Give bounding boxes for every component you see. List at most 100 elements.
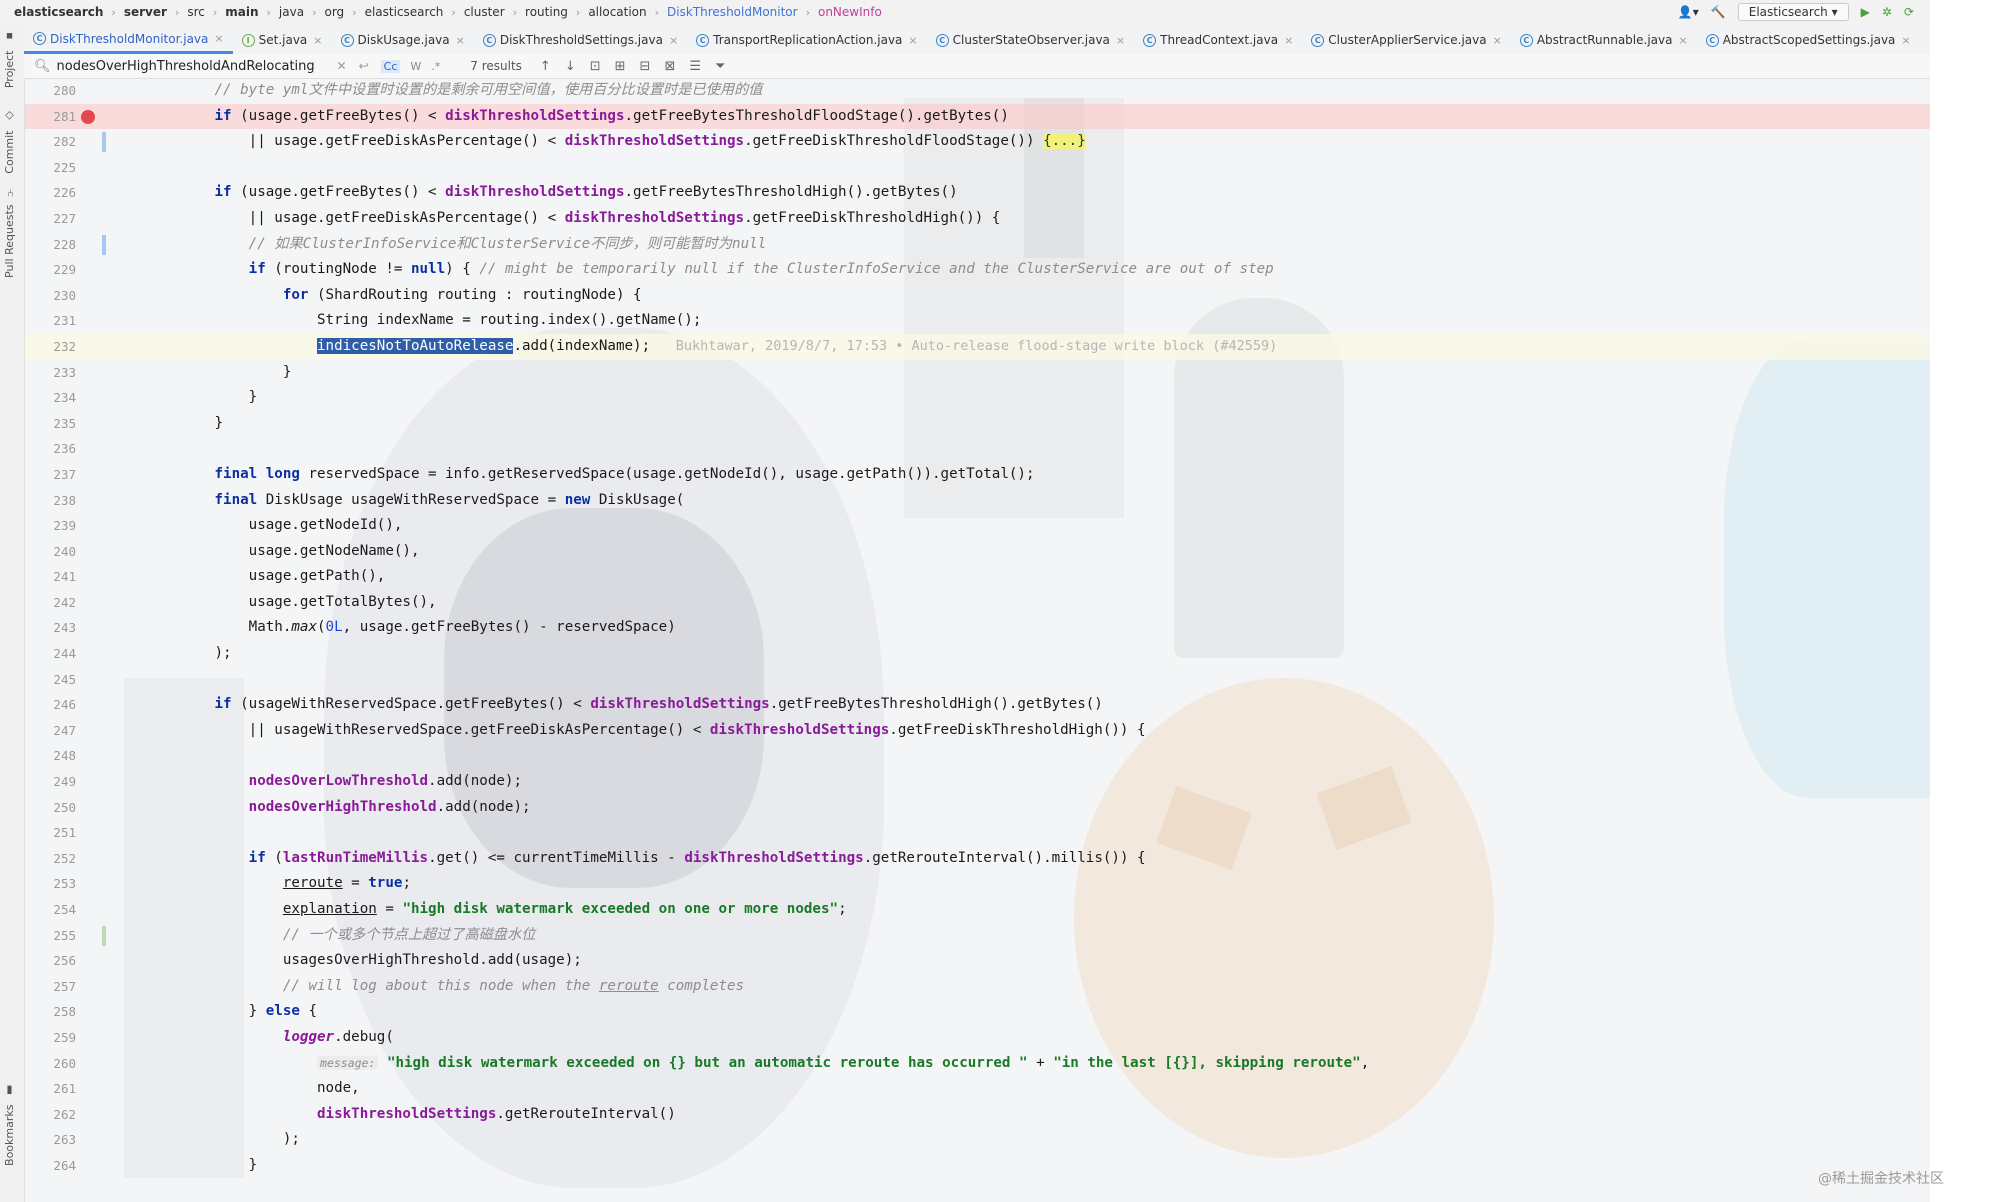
breadcrumb-item[interactable]: allocation [588, 5, 646, 19]
code-line[interactable]: 226 if (usage.getFreeBytes() < diskThres… [24, 180, 1930, 206]
whole-word-toggle[interactable]: W [410, 60, 421, 73]
vcs-change-marker[interactable] [102, 234, 106, 255]
line-number[interactable]: 249 [24, 769, 76, 795]
line-number[interactable]: 225 [24, 155, 76, 181]
line-number[interactable]: 259 [24, 1025, 76, 1051]
code-line[interactable]: 282 || usage.getFreeDiskAsPercentage() <… [24, 129, 1930, 155]
line-number[interactable]: 243 [24, 615, 76, 641]
breadcrumb-item[interactable]: routing [525, 5, 568, 19]
code-line[interactable]: 241 usage.getPath(), [24, 564, 1930, 590]
build-hammer-icon[interactable]: 🔨 [1711, 5, 1726, 19]
code-line[interactable]: 228 // 如果ClusterInfoService和ClusterServi… [24, 232, 1930, 258]
select-all-occurrences-icon[interactable]: ⊠ [664, 59, 675, 74]
close-tab-icon[interactable]: × [214, 32, 223, 45]
line-number[interactable]: 264 [24, 1153, 76, 1179]
code-line[interactable]: 259 logger.debug( [24, 1025, 1930, 1051]
vcs-change-marker[interactable] [102, 132, 106, 153]
editor-tab[interactable]: C DiskUsage.java × [332, 26, 474, 54]
code-line[interactable]: 248 [24, 743, 1930, 769]
code-line[interactable]: 246 if (usageWithReservedSpace.getFreeBy… [24, 692, 1930, 718]
line-number[interactable]: 238 [24, 488, 76, 514]
line-number[interactable]: 245 [24, 667, 76, 693]
line-number[interactable]: 227 [24, 206, 76, 232]
line-number[interactable]: 260 [24, 1051, 76, 1077]
debug-icon[interactable]: ✲ [1882, 5, 1892, 19]
tab-pull-requests[interactable]: Pull Requests ⑂ [3, 186, 16, 278]
code-line[interactable]: 231 String indexName = routing.index().g… [24, 308, 1930, 334]
line-number[interactable]: 257 [24, 974, 76, 1000]
add-occurrence-icon[interactable]: ⊞ [615, 59, 626, 74]
previous-occurrence-icon[interactable]: ↑ [540, 59, 551, 74]
code-line[interactable]: 249 nodesOverLowThreshold.add(node); [24, 769, 1930, 795]
remove-occurrence-icon[interactable]: ⊟ [640, 59, 651, 74]
code-line[interactable]: 237 final long reservedSpace = info.getR… [24, 462, 1930, 488]
line-number[interactable]: 240 [24, 539, 76, 565]
code-line[interactable]: 255 // 一个或多个节点上超过了高磁盘水位 [24, 923, 1930, 949]
next-occurrence-icon[interactable]: ↓ [565, 59, 576, 74]
code-line[interactable]: 236 [24, 436, 1930, 462]
vcs-change-marker[interactable] [102, 925, 106, 946]
line-number[interactable]: 237 [24, 462, 76, 488]
code-line[interactable]: 239 usage.getNodeId(), [24, 513, 1930, 539]
close-tab-icon[interactable]: × [456, 34, 465, 47]
close-tab-icon[interactable]: × [1493, 34, 1502, 47]
editor-tab[interactable]: C AbstractRunnable.java × [1511, 26, 1697, 54]
code-editor[interactable]: 280 // byte yml文件中设置时设置的是剩余可用空间值，使用百分比设置… [24, 78, 1930, 1190]
line-number[interactable]: 252 [24, 846, 76, 872]
line-number[interactable]: 234 [24, 385, 76, 411]
line-number[interactable]: 281 [24, 104, 76, 130]
folded-code-region[interactable]: {...} [1043, 133, 1086, 150]
profile-icon[interactable]: ⟳ [1904, 5, 1914, 19]
code-line[interactable]: 233 } [24, 360, 1930, 386]
run-configuration-select[interactable]: Elasticsearch ▾ [1737, 3, 1849, 21]
clear-search-icon[interactable]: ✕ [337, 59, 347, 73]
code-line[interactable]: 254 explanation = "high disk watermark e… [24, 897, 1930, 923]
editor-tab[interactable]: C AbstractScopedSettings.java × [1697, 26, 1920, 54]
code-line[interactable]: 280 // byte yml文件中设置时设置的是剩余可用空间值，使用百分比设置… [24, 78, 1930, 104]
breadcrumb-item[interactable]: onNewInfo [818, 5, 882, 19]
filter-icon[interactable]: ⏷ [715, 59, 725, 74]
line-number[interactable]: 230 [24, 283, 76, 309]
editor-tab[interactable]: C ClusterApplierService.java × [1302, 26, 1511, 54]
line-number[interactable]: 251 [24, 820, 76, 846]
filter-lines-icon[interactable]: ☰ [689, 59, 701, 74]
close-tab-icon[interactable]: × [1116, 34, 1125, 47]
code-line[interactable]: 229 if (routingNode != null) { // might … [24, 257, 1930, 283]
line-number[interactable]: 255 [24, 923, 76, 949]
code-line[interactable]: 234 } [24, 385, 1930, 411]
line-number[interactable]: 246 [24, 692, 76, 718]
close-tab-icon[interactable]: × [669, 34, 678, 47]
tab-bookmarks[interactable]: Bookmarks ▮ [3, 1084, 16, 1166]
line-number[interactable]: 241 [24, 564, 76, 590]
line-number[interactable]: 280 [24, 78, 76, 104]
line-number[interactable]: 258 [24, 999, 76, 1025]
line-number[interactable]: 256 [24, 948, 76, 974]
code-line[interactable]: 257 // will log about this node when the… [24, 974, 1930, 1000]
close-tab-icon[interactable]: × [908, 34, 917, 47]
tab-commit[interactable]: Commit ◇ [3, 110, 16, 174]
code-line[interactable]: 281 if (usage.getFreeBytes() < diskThres… [24, 103, 1930, 130]
run-icon[interactable]: ▶ [1861, 5, 1870, 19]
code-line[interactable]: 252 if (lastRunTimeMillis.get() <= curre… [24, 846, 1930, 872]
line-number[interactable]: 244 [24, 641, 76, 667]
line-number[interactable]: 226 [24, 180, 76, 206]
code-line[interactable]: 242 usage.getTotalBytes(), [24, 590, 1930, 616]
line-number[interactable]: 235 [24, 411, 76, 437]
line-number[interactable]: 282 [24, 129, 76, 155]
close-tab-icon[interactable]: × [313, 34, 322, 47]
code-line[interactable]: 225 [24, 155, 1930, 181]
line-number[interactable]: 231 [24, 308, 76, 334]
line-number[interactable]: 261 [24, 1076, 76, 1102]
code-line[interactable]: 256 usagesOverHighThreshold.add(usage); [24, 948, 1930, 974]
breakpoint-icon[interactable] [81, 109, 95, 124]
line-number[interactable]: 239 [24, 513, 76, 539]
user-icon[interactable]: 👤▾ [1678, 5, 1699, 19]
tab-project[interactable]: Project ▪ [3, 30, 16, 88]
breadcrumb-item[interactable]: server [124, 5, 167, 19]
regex-toggle[interactable]: .* [431, 60, 440, 73]
breadcrumb-item[interactable]: elasticsearch [14, 5, 103, 19]
line-number[interactable]: 250 [24, 795, 76, 821]
code-line[interactable]: 240 usage.getNodeName(), [24, 539, 1930, 565]
line-number[interactable]: 228 [24, 232, 76, 258]
close-tab-icon[interactable]: × [1678, 34, 1687, 47]
